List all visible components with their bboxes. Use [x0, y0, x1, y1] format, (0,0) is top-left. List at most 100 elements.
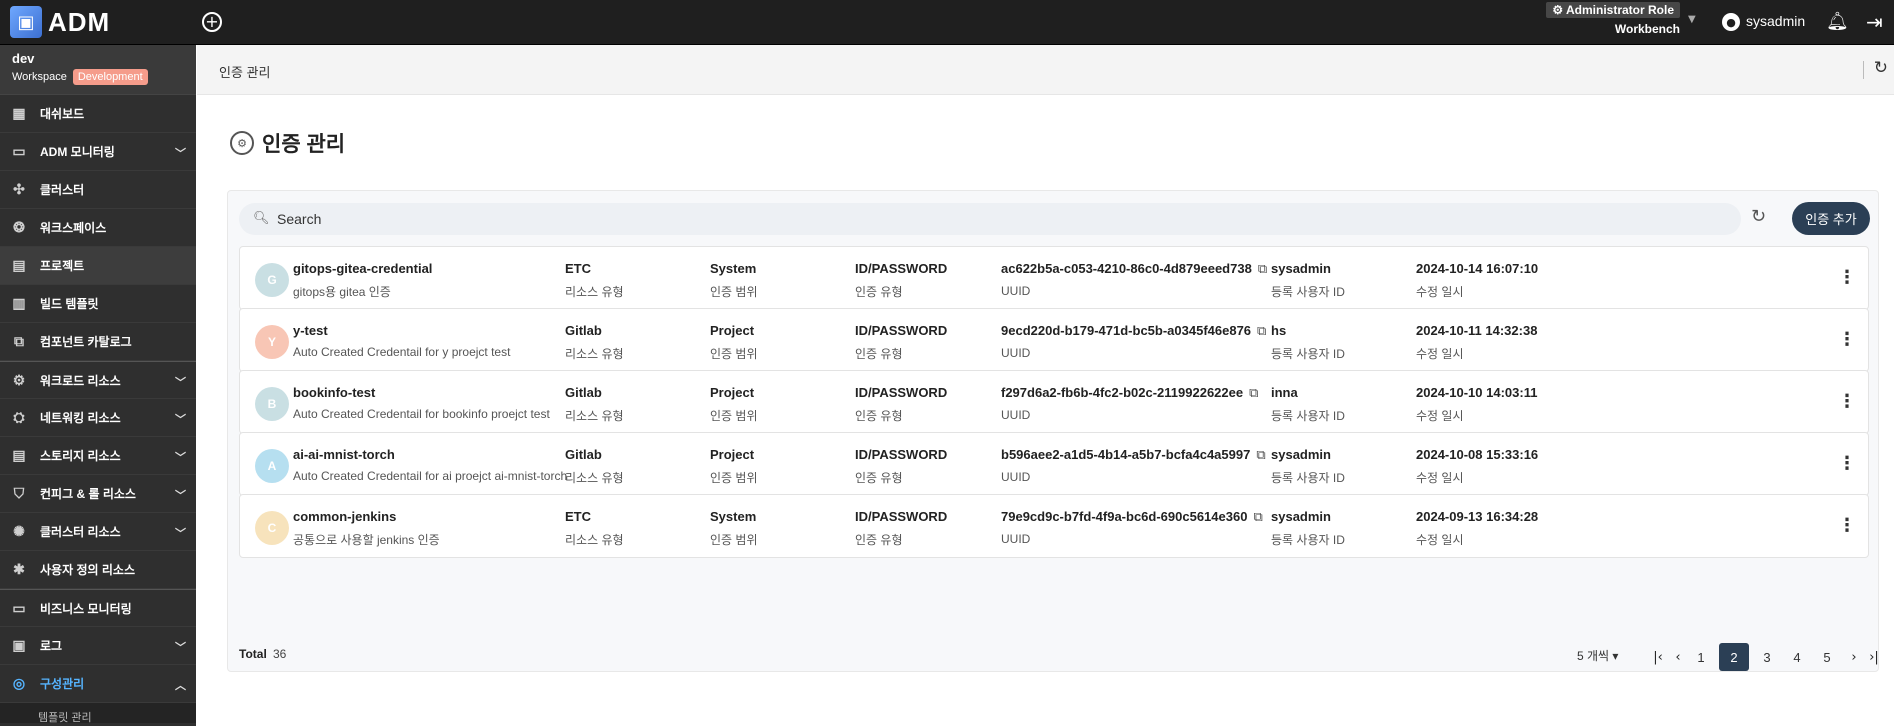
- chevron-down-icon[interactable]: ﹀: [175, 411, 186, 427]
- chevron-down-icon[interactable]: ▼: [1688, 14, 1696, 25]
- modified-time-cell: 2024-10-08 15:33:16 수정 일시: [1416, 447, 1538, 486]
- copy-icon[interactable]: ⧉: [1253, 509, 1262, 525]
- next-page-icon[interactable]: ›: [1845, 650, 1863, 665]
- page-size-select[interactable]: 5 개씩 ▾: [1577, 647, 1618, 664]
- resource-type: Gitlab: [565, 447, 602, 462]
- more-options-icon[interactable]: ⋮: [1838, 329, 1856, 350]
- page-button[interactable]: 4: [1785, 645, 1809, 669]
- credential-name[interactable]: ai-ai-mnist-torch: [293, 447, 395, 462]
- resource-type-label: 리소스 유형: [565, 409, 624, 423]
- last-page-icon[interactable]: ›|: [1865, 650, 1883, 665]
- sidebar-item-12[interactable]: ✺ 클러스터 리소스 ﹀: [0, 513, 196, 551]
- user-id: hs: [1271, 323, 1287, 338]
- table-row[interactable]: Yy-test Auto Created Credentail for y pro…: [239, 308, 1869, 372]
- user-id-cell: sysadmin 등록 사용자 ID: [1271, 509, 1345, 548]
- user-id-label: 등록 사용자 ID: [1271, 533, 1345, 547]
- chevron-up-icon[interactable]: ︿: [175, 677, 186, 693]
- sidebar-item-10[interactable]: ▤ 스토리지 리소스 ﹀: [0, 437, 196, 475]
- add-credential-button[interactable]: 인증 추가: [1792, 202, 1870, 235]
- sidebar-item-6[interactable]: ▥ 빌드 템플릿: [0, 285, 196, 323]
- modified-time-cell: 2024-10-14 16:07:10 수정 일시: [1416, 261, 1538, 300]
- page-button[interactable]: 5: [1815, 645, 1839, 669]
- modified-label: 수정 일시: [1416, 471, 1464, 485]
- sidebar-item-14[interactable]: ▭ 비즈니스 모니터링: [0, 589, 196, 627]
- credential-name[interactable]: bookinfo-test: [293, 385, 375, 400]
- copy-icon[interactable]: ⧉: [1256, 447, 1265, 463]
- logo[interactable]: ▣ ADM: [10, 4, 110, 40]
- uuid-label: UUID: [1001, 532, 1031, 546]
- modified-time: 2024-09-13 16:34:28: [1416, 509, 1539, 524]
- prev-page-icon[interactable]: ‹: [1669, 650, 1687, 665]
- auth-type-cell: ID/PASSWORD 인증 유형: [855, 447, 947, 486]
- sidebar-item-1[interactable]: ▦ 대쉬보드: [0, 95, 196, 133]
- sidebar-item-4[interactable]: ❂ 워크스페이스: [0, 209, 196, 247]
- refresh-icon[interactable]: ↻: [1874, 58, 1888, 78]
- copy-icon[interactable]: ⧉: [1249, 385, 1258, 401]
- uuid-cell: 79e9cd9c-b7fd-4f9a-bc6d-690c5614e360 ⧉ UUI…: [1001, 509, 1263, 546]
- copy-icon[interactable]: ⧉: [1258, 261, 1267, 277]
- more-options-icon[interactable]: ⋮: [1838, 515, 1856, 536]
- scope: Project: [710, 447, 755, 462]
- credential-name[interactable]: gitops-gitea-credential: [293, 261, 432, 276]
- user-id-label: 등록 사용자 ID: [1271, 347, 1345, 361]
- chevron-down-icon[interactable]: ﹀: [175, 449, 186, 465]
- page-header: ⚙ 인증 관리: [230, 128, 345, 158]
- sidebar-item-16[interactable]: ◎ 구성관리 ︿: [0, 665, 196, 703]
- sidebar-item-2[interactable]: ▭ ADM 모니터링 ﹀: [0, 133, 196, 171]
- role-selector[interactable]: ⚙ Administrator Role Workbench: [1546, 2, 1680, 38]
- sidebar-item-7[interactable]: ⧉ 컴포넌트 카탈로그: [0, 323, 196, 361]
- logout-icon[interactable]: ⇥: [1866, 10, 1883, 34]
- chevron-down-icon[interactable]: ﹀: [175, 487, 186, 503]
- chevron-down-icon[interactable]: ﹀: [175, 374, 186, 390]
- sidebar-item-15[interactable]: ▣ 로그 ﹀: [0, 627, 196, 665]
- sidebar-item-13[interactable]: ✱ 사용자 정의 리소스: [0, 551, 196, 589]
- page-button[interactable]: 1: [1689, 645, 1713, 669]
- search-box: 🔍︎: [239, 203, 1741, 235]
- page-button[interactable]: 2: [1719, 643, 1749, 671]
- sidebar-subitem-template[interactable]: 템플릿 관리: [0, 703, 196, 724]
- resource-type-cell: Gitlab 리소스 유형: [565, 447, 624, 486]
- more-options-icon[interactable]: ⋮: [1838, 267, 1856, 288]
- auth-type-cell: ID/PASSWORD 인증 유형: [855, 323, 947, 362]
- bell-icon[interactable]: 🔔︎: [1826, 11, 1849, 32]
- list-refresh-icon[interactable]: ↻: [1751, 206, 1766, 227]
- scope-label: 인증 범위: [710, 471, 758, 485]
- add-circle-icon[interactable]: +: [202, 12, 222, 32]
- user-id-label: 등록 사용자 ID: [1271, 285, 1345, 299]
- sidebar-item-label: 컨피그 & 롤 리소스: [40, 487, 136, 501]
- workspace-box[interactable]: dev Workspace Development: [0, 45, 196, 95]
- divider: [1863, 61, 1864, 79]
- table-row[interactable]: Bbookinfo-test Auto Created Credentail fo…: [239, 370, 1869, 434]
- sidebar-item-label: ADM 모니터링: [40, 145, 115, 159]
- project-icon: ▤: [12, 257, 26, 273]
- credential-name[interactable]: y-test: [293, 323, 328, 338]
- sidebar-item-8[interactable]: ⚙ 워크로드 리소스 ﹀: [0, 361, 196, 399]
- scope: Project: [710, 385, 755, 400]
- breadcrumb[interactable]: 인증 관리: [219, 62, 270, 81]
- sidebar-item-3[interactable]: ✣ 클러스터: [0, 171, 196, 209]
- first-page-icon[interactable]: |‹: [1649, 650, 1667, 665]
- table-row[interactable]: Ccommon-jenkins 공통으로 사용할 jenkins 인증 ETC 리소스…: [239, 494, 1869, 558]
- table-row[interactable]: Ggitops-gitea-credential gitops용 gitea 인증…: [239, 246, 1869, 310]
- resource-type: Gitlab: [565, 385, 602, 400]
- user-id: sysadmin: [1271, 509, 1331, 524]
- sidebar-item-5[interactable]: ▤ 프로젝트: [0, 247, 196, 285]
- table-row[interactable]: Aai-ai-mnist-torch Auto Created Credentai…: [239, 432, 1869, 496]
- more-options-icon[interactable]: ⋮: [1838, 453, 1856, 474]
- breadcrumb-bar: 인증 관리 ↻: [197, 45, 1894, 95]
- avatar: B: [255, 387, 289, 421]
- auth-type-cell: ID/PASSWORD 인증 유형: [855, 261, 947, 300]
- chevron-down-icon[interactable]: ﹀: [175, 145, 186, 161]
- chevron-down-icon[interactable]: ﹀: [175, 639, 186, 655]
- resource-type-label: 리소스 유형: [565, 471, 624, 485]
- more-options-icon[interactable]: ⋮: [1838, 391, 1856, 412]
- search-input[interactable]: [277, 203, 1717, 235]
- copy-icon[interactable]: ⧉: [1257, 323, 1266, 339]
- user-avatar-icon[interactable]: ●: [1722, 13, 1740, 31]
- sidebar-item-9[interactable]: ⛭ 네트워킹 리소스 ﹀: [0, 399, 196, 437]
- sidebar-item-11[interactable]: ⛉ 컨피그 & 롤 리소스 ﹀: [0, 475, 196, 513]
- chevron-down-icon[interactable]: ﹀: [175, 525, 186, 541]
- page-button[interactable]: 3: [1755, 645, 1779, 669]
- credential-name[interactable]: common-jenkins: [293, 509, 396, 524]
- user-name[interactable]: sysadmin: [1746, 13, 1805, 29]
